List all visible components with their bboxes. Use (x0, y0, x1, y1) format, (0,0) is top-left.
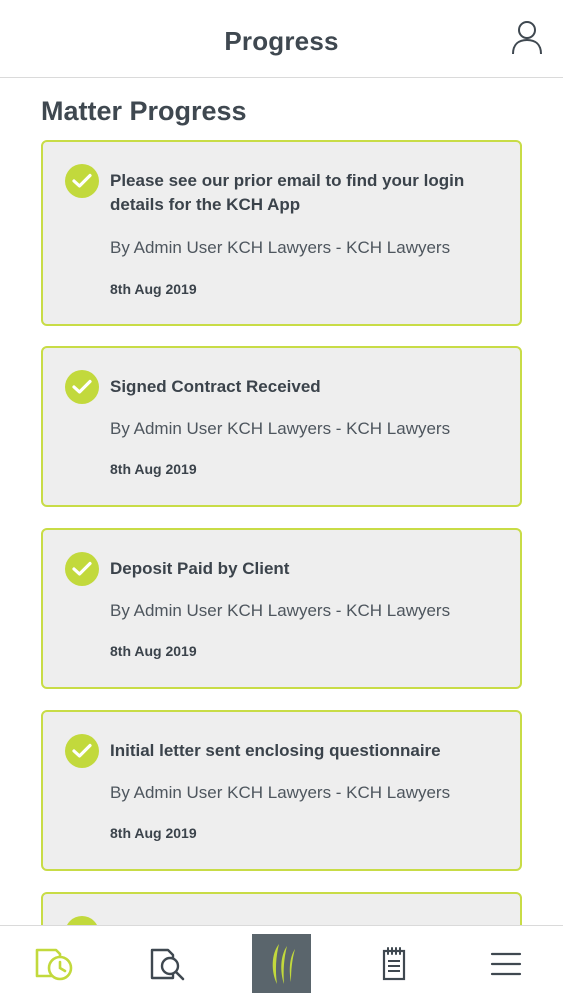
progress-clock-icon (35, 948, 73, 980)
user-icon (512, 21, 542, 55)
progress-item-title: Initial letter sent enclosing questionna… (110, 741, 441, 760)
document-search-icon (150, 948, 185, 980)
progress-item[interactable]: Please see our prior email to find your … (41, 140, 522, 326)
app-screen: Progress Matter Progress Please see our … (0, 0, 563, 1000)
progress-item-author: By Admin User KCH Lawyers - KCH Lawyers (110, 419, 451, 438)
progress-item-title: Signed Contract Received (110, 377, 321, 396)
menu-icon (490, 952, 522, 975)
top-bar: Progress (0, 0, 563, 78)
nav-documents-button[interactable] (133, 926, 203, 1000)
check-circle-icon (65, 552, 99, 586)
progress-list-area[interactable]: Matter Progress Please see our prior ema… (0, 78, 563, 925)
progress-item-date: 8th Aug 2019 (110, 825, 197, 841)
progress-item[interactable]: Signed Contract Received By Admin User K… (41, 346, 522, 507)
nav-progress-button[interactable] (20, 926, 90, 1000)
check-circle-icon (65, 734, 99, 768)
nav-notes-button[interactable] (359, 926, 429, 1000)
page-title: Progress (224, 26, 339, 56)
progress-item-title: Deposit Paid by Client (110, 559, 290, 578)
bottom-nav (0, 925, 563, 1000)
check-circle-icon (65, 370, 99, 404)
progress-item-date: 8th Aug 2019 (110, 461, 197, 477)
progress-item[interactable]: Initial letter sent enclosing questionna… (41, 710, 522, 871)
nav-home-logo-button[interactable] (252, 934, 311, 993)
nav-menu-button[interactable] (471, 926, 541, 1000)
section-title: Matter Progress (41, 96, 247, 126)
notepad-icon (382, 946, 406, 980)
progress-item-author: By Admin User KCH Lawyers - KCH Lawyers (110, 783, 451, 802)
check-circle-icon (65, 164, 99, 198)
check-circle-icon (65, 916, 99, 925)
kch-logo-icon (272, 943, 295, 984)
progress-item-author: By Admin User KCH Lawyers - KCH Lawyers (110, 601, 451, 620)
progress-item-author: By Admin User KCH Lawyers - KCH Lawyers (110, 238, 451, 257)
progress-item[interactable]: Deposit Paid by Client By Admin User KCH… (41, 528, 522, 689)
profile-button[interactable] (509, 18, 545, 58)
progress-item-date: 8th Aug 2019 (110, 643, 197, 659)
progress-item-partial[interactable] (41, 892, 522, 925)
progress-item-title: Please see our prior email to find your … (110, 171, 465, 214)
progress-item-date: 8th Aug 2019 (110, 281, 197, 297)
